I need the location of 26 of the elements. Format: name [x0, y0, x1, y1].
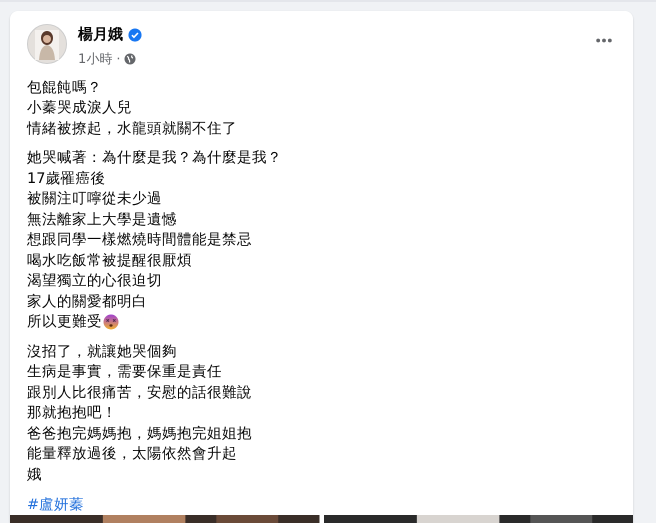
post-time[interactable]: 1小時 · [78, 50, 121, 68]
post-text: 無法離家上大學是遺憾 [27, 210, 177, 230]
post-text: 被關注叮嚀從未少過 [27, 190, 162, 209]
post-text: 家人的關愛都明白 [27, 292, 147, 312]
post-text: 渴望獨立的心很迫切 [27, 272, 162, 291]
avatar[interactable] [27, 24, 67, 64]
post-text: 包餛飩嗎？ [27, 78, 102, 98]
post-text: 那就抱抱吧！ [27, 404, 117, 423]
post-text: 娥 [27, 466, 42, 484]
post-text: 跟別人比很痛苦，安慰的話很難說 [27, 384, 252, 402]
post-text: 17歲罹癌後 [27, 170, 106, 188]
post-text: 所以更難受 [27, 313, 102, 332]
dizzy-face-icon [103, 314, 119, 330]
post-text: 小蓁哭成淚人兒 [27, 99, 132, 118]
author-name[interactable]: 楊月娥 [78, 25, 123, 44]
post-text: 能量釋放過後，太陽依然會升起 [27, 445, 237, 464]
post-text: 沒招了，就讓她哭個夠 [27, 342, 177, 362]
post-text: 情緒被撩起，水龍頭就關不住了 [27, 120, 237, 138]
more-icon [595, 38, 613, 42]
hashtag-link[interactable]: #盧妍蓁 [27, 495, 84, 515]
post-text: 她哭喊著：為什麼是我？為什麼是我？ [27, 149, 282, 168]
post-text: 想跟同學一樣燃燒時間體能是禁忌 [27, 230, 252, 250]
post-text: 生病是事實，需要保重是責任 [27, 363, 222, 382]
post-text: 喝水吃飯常被提醒很厭煩 [27, 252, 192, 270]
globe-icon [124, 52, 136, 64]
post-text: 爸爸抱完媽媽抱，媽媽抱完姐姐抱 [27, 424, 252, 444]
